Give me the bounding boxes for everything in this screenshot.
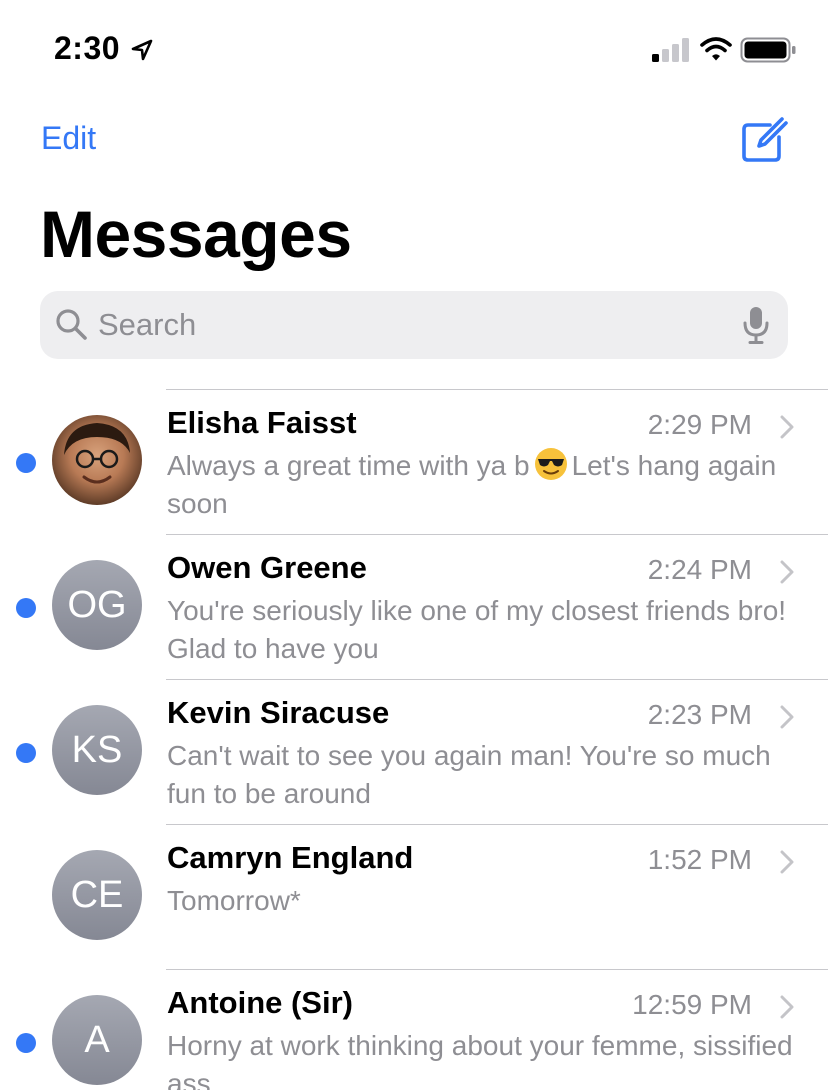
message-time: 12:59 PM	[632, 989, 752, 1020]
cellular-signal-icon	[652, 38, 689, 62]
message-preview: Tomorrow*	[167, 885, 301, 916]
avatar: CE	[52, 850, 142, 940]
chevron-right-icon	[780, 560, 794, 584]
status-time: 2:30	[54, 30, 121, 66]
microphone-icon[interactable]	[740, 305, 772, 345]
conversation-row[interactable]: OG Owen Greene 2:24 PM You're seriously …	[0, 534, 828, 679]
chevron-right-icon	[780, 705, 794, 729]
message-time: 2:24 PM	[647, 554, 752, 585]
contact-name: Camryn England	[167, 840, 414, 875]
message-preview: You're seriously like one of my closest …	[167, 595, 787, 664]
message-preview: Horny at work thinking about your femme,…	[167, 1030, 793, 1090]
location-arrow-icon	[131, 39, 153, 61]
compose-icon[interactable]	[740, 116, 788, 164]
unread-indicator	[16, 598, 36, 618]
avatar: OG	[52, 560, 142, 650]
conversation-row[interactable]: CE Camryn England 1:52 PM Tomorrow*	[0, 824, 828, 969]
message-time: 2:23 PM	[647, 699, 752, 730]
contact-name: Antoine (Sir)	[167, 985, 353, 1020]
contact-name: Elisha Faisst	[167, 405, 357, 440]
message-preview: Can't wait to see you again man! You're …	[167, 740, 771, 809]
search-icon	[56, 309, 87, 340]
message-time: 1:52 PM	[647, 844, 752, 875]
chevron-right-icon	[780, 415, 794, 439]
conversation-list: Elisha Faisst 2:29 PM Always a great tim…	[0, 389, 828, 1090]
battery-icon	[740, 37, 796, 63]
smiling-face-with-sunglasses-emoji	[534, 448, 567, 480]
page-title: Messages	[40, 197, 352, 271]
status-bar: 2:30	[0, 0, 828, 100]
conversation-row[interactable]: A Antoine (Sir) 12:59 PM Horny at work t…	[0, 969, 828, 1090]
message-preview-text: Always a great time with ya b	[167, 450, 530, 481]
unread-indicator	[16, 1033, 36, 1053]
conversation-row[interactable]: KS Kevin Siracuse 2:23 PM Can't wait to …	[0, 679, 828, 824]
message-preview: Always a great time with ya b Let's hang…	[167, 447, 797, 523]
chevron-right-icon	[780, 995, 794, 1019]
unread-indicator	[16, 453, 36, 473]
avatar: KS	[52, 705, 142, 795]
contact-name: Kevin Siracuse	[167, 695, 390, 730]
chevron-right-icon	[780, 850, 794, 874]
search-bar[interactable]	[40, 291, 788, 359]
avatar: A	[52, 995, 142, 1085]
message-time: 2:29 PM	[647, 409, 752, 440]
search-input[interactable]	[98, 301, 718, 349]
contact-photo-icon	[64, 423, 130, 484]
unread-indicator	[16, 743, 36, 763]
edit-button[interactable]: Edit	[41, 120, 96, 157]
wifi-icon	[700, 37, 732, 61]
avatar	[52, 415, 142, 505]
contact-name: Owen Greene	[167, 550, 367, 585]
conversation-row[interactable]: Elisha Faisst 2:29 PM Always a great tim…	[0, 389, 828, 534]
